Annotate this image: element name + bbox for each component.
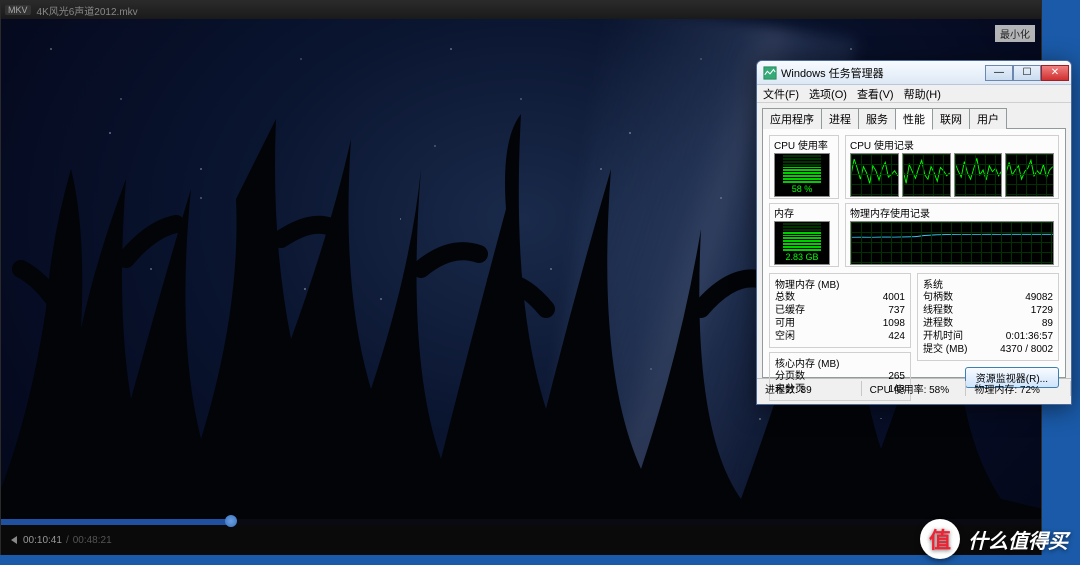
taskmgr-title: Windows 任务管理器 [781, 65, 884, 81]
sys-commit-value: 4370 / 8002 [1000, 343, 1053, 356]
phys-mem-title: 物理内存 (MB) [775, 276, 905, 291]
tab-users[interactable]: 用户 [969, 108, 1007, 129]
phys-available-label: 可用 [775, 317, 795, 330]
cpu-usage-group: CPU 使用率 58 % [769, 135, 839, 199]
time-total: 00:48:21 [73, 535, 112, 546]
cpu-meter: 58 % [774, 153, 830, 197]
cpu-graph-1 [850, 153, 899, 197]
phys-cached-label: 已缓存 [775, 304, 805, 317]
watermark: 值 什么值得买 [920, 519, 1068, 559]
phys-free-label: 空闲 [775, 330, 795, 343]
time-current: 00:10:41 [23, 535, 62, 546]
taskmgr-tabs: 应用程序 进程 服务 性能 联网 用户 [762, 107, 1066, 128]
format-badge: MKV [5, 5, 31, 15]
cpu-percent-text: 58 % [792, 184, 813, 194]
player-bottombar: 00:10:41 / 00:48:21 [1, 525, 1041, 555]
progress-thumb[interactable] [225, 515, 237, 527]
memory-history-group: 物理内存使用记录 [845, 203, 1059, 267]
sys-handles-label: 句柄数 [923, 291, 953, 304]
sys-uptime-label: 开机时间 [923, 330, 963, 343]
cpu-history-group: CPU 使用记录 [845, 135, 1059, 199]
close-icon[interactable]: ✕ [1041, 65, 1069, 81]
sys-threads-label: 线程数 [923, 304, 953, 317]
tab-performance[interactable]: 性能 [895, 108, 933, 130]
menu-file[interactable]: 文件(F) [763, 86, 799, 102]
sys-uptime-value: 0:01:36:57 [1006, 330, 1053, 343]
taskmgr-statusbar: 进程数: 89 CPU 使用率: 58% 物理内存: 72% [757, 378, 1071, 398]
status-processes: 进程数: 89 [757, 381, 862, 396]
phys-total-label: 总数 [775, 291, 795, 304]
cpu-graph-4 [1005, 153, 1054, 197]
progress-bar[interactable] [1, 519, 1041, 525]
tab-processes[interactable]: 进程 [821, 108, 859, 129]
memory-label: 内存 [774, 205, 834, 220]
memory-value-text: 2.83 GB [785, 252, 818, 262]
sys-commit-label: 提交 (MB) [923, 343, 967, 356]
memory-meter: 2.83 GB [774, 221, 830, 265]
sys-handles-value: 49082 [1025, 291, 1053, 304]
menu-options[interactable]: 选项(O) [809, 86, 847, 102]
phys-mem-box: 物理内存 (MB) 总数 4001 已缓存 737 可用 1098 空闲 424 [769, 273, 911, 348]
tab-applications[interactable]: 应用程序 [762, 108, 822, 129]
time-separator: / [66, 535, 69, 546]
memory-graph [850, 221, 1054, 265]
minimize-icon[interactable]: — [985, 65, 1013, 81]
phys-available-value: 1098 [883, 317, 905, 330]
taskmgr-icon [763, 66, 777, 80]
cpu-graph-3 [954, 153, 1003, 197]
minimize-button[interactable]: 最小化 [995, 25, 1035, 42]
player-title: 4K风光6声道2012.mkv [37, 3, 138, 18]
watermark-badge: 值 [920, 519, 960, 559]
memory-history-label: 物理内存使用记录 [850, 205, 1054, 220]
cpu-usage-label: CPU 使用率 [774, 137, 834, 152]
status-mem: 物理内存: 72% [966, 381, 1071, 396]
tab-networking[interactable]: 联网 [932, 108, 970, 129]
menu-help[interactable]: 帮助(H) [904, 86, 941, 102]
taskmgr-body: CPU 使用率 58 % CPU 使用记录 [762, 128, 1066, 378]
cpu-history-label: CPU 使用记录 [850, 137, 1054, 152]
status-cpu: CPU 使用率: 58% [862, 381, 967, 396]
kernel-mem-title: 核心内存 (MB) [775, 355, 905, 370]
tab-services[interactable]: 服务 [858, 108, 896, 129]
sys-threads-value: 1729 [1031, 304, 1053, 317]
phys-cached-value: 737 [888, 304, 905, 317]
taskmgr-titlebar[interactable]: Windows 任务管理器 — ☐ ✕ [757, 61, 1071, 85]
player-titlebar[interactable]: MKV 4K风光6声道2012.mkv [1, 1, 1041, 19]
sys-processes-value: 89 [1042, 317, 1053, 330]
phys-free-value: 424 [888, 330, 905, 343]
taskmgr-menubar: 文件(F) 选项(O) 查看(V) 帮助(H) [757, 85, 1071, 103]
cpu-graph-2 [902, 153, 951, 197]
menu-view[interactable]: 查看(V) [857, 86, 894, 102]
phys-total-value: 4001 [883, 291, 905, 304]
sys-processes-label: 进程数 [923, 317, 953, 330]
watermark-text: 什么值得买 [968, 525, 1068, 554]
maximize-icon[interactable]: ☐ [1013, 65, 1041, 81]
progress-fill [1, 519, 231, 525]
memory-group: 内存 2.83 GB [769, 203, 839, 267]
prev-icon[interactable] [9, 535, 19, 545]
task-manager-window: Windows 任务管理器 — ☐ ✕ 文件(F) 选项(O) 查看(V) 帮助… [756, 60, 1072, 405]
system-title: 系统 [923, 276, 1053, 291]
system-box: 系统 句柄数 49082 线程数 1729 进程数 89 开机时间 0:01:36:57… [917, 273, 1059, 361]
